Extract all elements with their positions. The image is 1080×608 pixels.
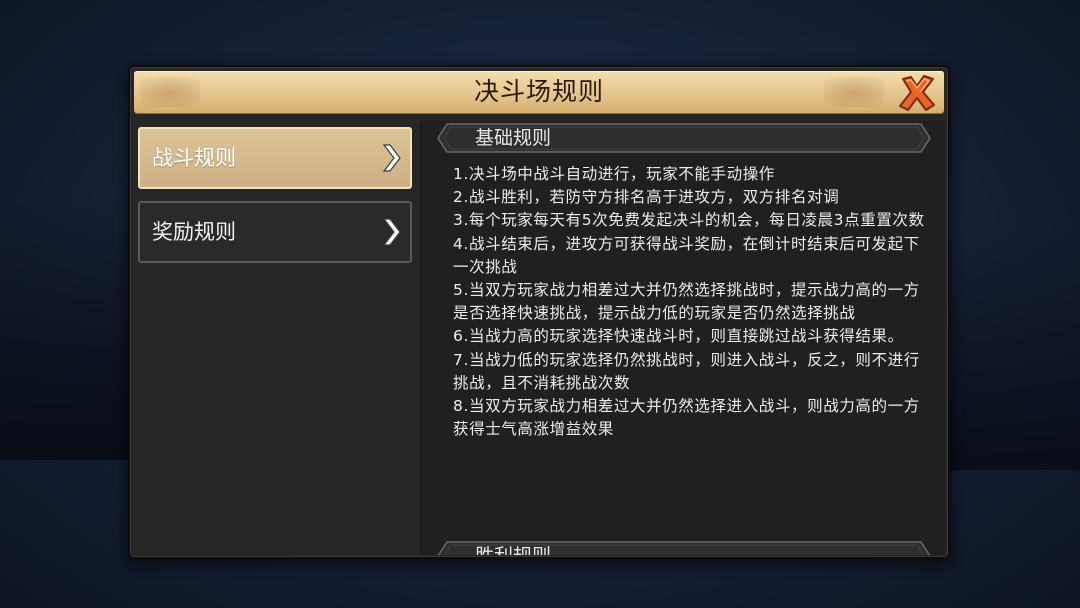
section-title: 基础规则	[475, 127, 552, 149]
rules-list: 1.决斗场中战斗自动进行，玩家不能手动操作 2.战斗胜利，若防守方排名高于进攻方…	[453, 163, 933, 441]
close-button[interactable]	[896, 73, 938, 113]
chevron-right-icon	[382, 218, 401, 246]
section-header-victory: 胜利规则	[437, 541, 931, 555]
rule-item: 3.每个玩家每天有5次免费发起决斗的机会，每日凌晨3点重置次数	[453, 211, 925, 230]
background-ship-right	[940, 230, 1080, 470]
chevron-right-icon	[382, 144, 401, 172]
section-title: 胜利规则	[475, 541, 551, 555]
rule-item: 5.当双方玩家战力相差过大并仍然选择挑战时，提示战力高的一方是否选择快速挑战，提…	[453, 281, 920, 323]
rule-item: 7.当战力低的玩家选择仍然挑战时，则进入战斗，反之，则不进行挑战，且不消耗挑战次…	[453, 350, 920, 392]
rule-item: 8.当双方玩家战力相差过大并仍然选择进入战斗，则战力高的一方获得士气高涨增益效果	[453, 397, 920, 439]
dialog-title: 决斗场规则	[473, 77, 604, 106]
rule-item: 2.战斗胜利，若防守方排名高于进攻方，双方排名对调	[453, 188, 840, 207]
sidebar-item-label: 奖励规则	[152, 220, 236, 244]
sidebar-item-label: 战斗规则	[152, 146, 236, 170]
title-bar: 决斗场规则	[134, 71, 944, 113]
rules-dialog: 决斗场规则 战斗规则 奖励规则 基础规则 1.决斗场中战斗自动进行，玩家不能手动…	[128, 65, 950, 559]
rule-item: 1.决斗场中战斗自动进行，玩家不能手动操作	[453, 165, 775, 183]
sidebar-item-battle-rules[interactable]: 战斗规则	[138, 127, 412, 189]
background-ship-left	[0, 200, 140, 460]
sidebar: 战斗规则 奖励规则	[136, 123, 416, 551]
sidebar-item-reward-rules[interactable]: 奖励规则	[138, 201, 412, 263]
close-x-icon	[899, 75, 935, 111]
rules-content[interactable]: 基础规则 1.决斗场中战斗自动进行，玩家不能手动操作 2.战斗胜利，若防守方排名…	[420, 121, 945, 555]
section-header-basic: 基础规则	[437, 123, 931, 153]
rule-item: 4.战斗结束后，进攻方可获得战斗奖励，在倒计时结束后可发起下一次挑战	[453, 234, 920, 276]
rule-item: 6.当战力高的玩家选择快速战斗时，则直接跳过战斗获得结果。	[453, 327, 904, 346]
